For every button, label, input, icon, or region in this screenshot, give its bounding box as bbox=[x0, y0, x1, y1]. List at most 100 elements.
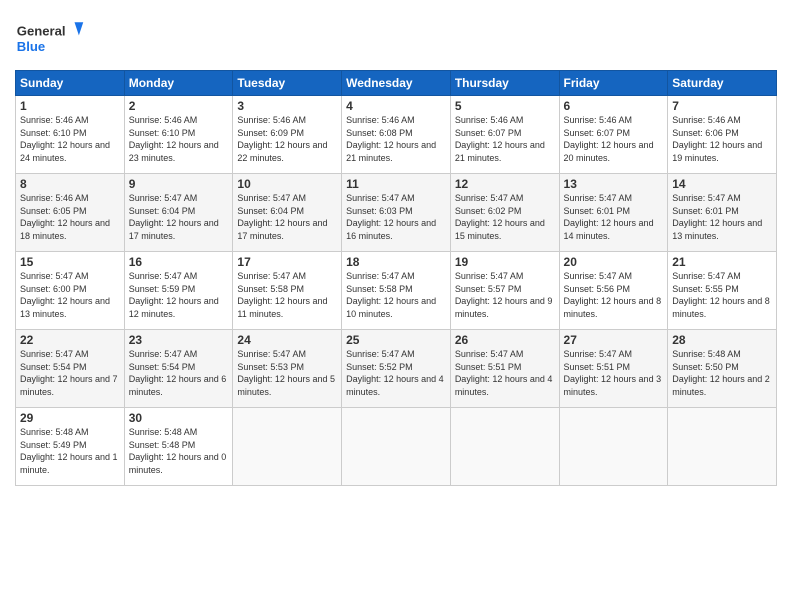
day-info: Sunrise: 5:47 AM Sunset: 6:04 PM Dayligh… bbox=[237, 192, 337, 242]
day-number: 19 bbox=[455, 255, 555, 269]
calendar-day-cell bbox=[450, 408, 559, 486]
calendar-day-cell: 18 Sunrise: 5:47 AM Sunset: 5:58 PM Dayl… bbox=[342, 252, 451, 330]
day-number: 20 bbox=[564, 255, 664, 269]
calendar-day-cell: 3 Sunrise: 5:46 AM Sunset: 6:09 PM Dayli… bbox=[233, 96, 342, 174]
calendar-day-cell: 21 Sunrise: 5:47 AM Sunset: 5:55 PM Dayl… bbox=[668, 252, 777, 330]
calendar-day-cell: 9 Sunrise: 5:47 AM Sunset: 6:04 PM Dayli… bbox=[124, 174, 233, 252]
day-number: 14 bbox=[672, 177, 772, 191]
col-wednesday: Wednesday bbox=[342, 71, 451, 96]
day-info: Sunrise: 5:47 AM Sunset: 6:01 PM Dayligh… bbox=[564, 192, 664, 242]
day-number: 13 bbox=[564, 177, 664, 191]
calendar-day-cell: 6 Sunrise: 5:46 AM Sunset: 6:07 PM Dayli… bbox=[559, 96, 668, 174]
calendar-day-cell: 26 Sunrise: 5:47 AM Sunset: 5:51 PM Dayl… bbox=[450, 330, 559, 408]
calendar-day-cell: 24 Sunrise: 5:47 AM Sunset: 5:53 PM Dayl… bbox=[233, 330, 342, 408]
day-number: 27 bbox=[564, 333, 664, 347]
calendar-day-cell: 16 Sunrise: 5:47 AM Sunset: 5:59 PM Dayl… bbox=[124, 252, 233, 330]
day-info: Sunrise: 5:46 AM Sunset: 6:07 PM Dayligh… bbox=[455, 114, 555, 164]
day-number: 6 bbox=[564, 99, 664, 113]
day-info: Sunrise: 5:47 AM Sunset: 6:02 PM Dayligh… bbox=[455, 192, 555, 242]
col-friday: Friday bbox=[559, 71, 668, 96]
day-info: Sunrise: 5:46 AM Sunset: 6:10 PM Dayligh… bbox=[20, 114, 120, 164]
day-number: 5 bbox=[455, 99, 555, 113]
day-number: 12 bbox=[455, 177, 555, 191]
calendar-day-cell: 20 Sunrise: 5:47 AM Sunset: 5:56 PM Dayl… bbox=[559, 252, 668, 330]
col-monday: Monday bbox=[124, 71, 233, 96]
day-info: Sunrise: 5:46 AM Sunset: 6:06 PM Dayligh… bbox=[672, 114, 772, 164]
day-info: Sunrise: 5:47 AM Sunset: 6:04 PM Dayligh… bbox=[129, 192, 229, 242]
calendar-day-cell: 1 Sunrise: 5:46 AM Sunset: 6:10 PM Dayli… bbox=[16, 96, 125, 174]
calendar-day-cell: 25 Sunrise: 5:47 AM Sunset: 5:52 PM Dayl… bbox=[342, 330, 451, 408]
day-info: Sunrise: 5:47 AM Sunset: 5:56 PM Dayligh… bbox=[564, 270, 664, 320]
calendar-week-row: 15 Sunrise: 5:47 AM Sunset: 6:00 PM Dayl… bbox=[16, 252, 777, 330]
svg-text:General: General bbox=[17, 23, 66, 38]
logo: General Blue bbox=[15, 15, 85, 60]
day-number: 24 bbox=[237, 333, 337, 347]
day-number: 30 bbox=[129, 411, 229, 425]
day-number: 3 bbox=[237, 99, 337, 113]
logo-svg: General Blue bbox=[15, 15, 85, 60]
day-info: Sunrise: 5:48 AM Sunset: 5:50 PM Dayligh… bbox=[672, 348, 772, 398]
calendar-day-cell: 27 Sunrise: 5:47 AM Sunset: 5:51 PM Dayl… bbox=[559, 330, 668, 408]
calendar-day-cell: 19 Sunrise: 5:47 AM Sunset: 5:57 PM Dayl… bbox=[450, 252, 559, 330]
day-number: 15 bbox=[20, 255, 120, 269]
calendar-day-cell: 30 Sunrise: 5:48 AM Sunset: 5:48 PM Dayl… bbox=[124, 408, 233, 486]
header: General Blue bbox=[15, 15, 777, 60]
day-info: Sunrise: 5:47 AM Sunset: 6:00 PM Dayligh… bbox=[20, 270, 120, 320]
day-number: 29 bbox=[20, 411, 120, 425]
col-sunday: Sunday bbox=[16, 71, 125, 96]
day-info: Sunrise: 5:47 AM Sunset: 5:54 PM Dayligh… bbox=[20, 348, 120, 398]
calendar-day-cell: 7 Sunrise: 5:46 AM Sunset: 6:06 PM Dayli… bbox=[668, 96, 777, 174]
calendar-day-cell: 15 Sunrise: 5:47 AM Sunset: 6:00 PM Dayl… bbox=[16, 252, 125, 330]
calendar-day-cell bbox=[668, 408, 777, 486]
day-number: 2 bbox=[129, 99, 229, 113]
calendar-day-cell: 12 Sunrise: 5:47 AM Sunset: 6:02 PM Dayl… bbox=[450, 174, 559, 252]
day-number: 10 bbox=[237, 177, 337, 191]
calendar-day-cell: 13 Sunrise: 5:47 AM Sunset: 6:01 PM Dayl… bbox=[559, 174, 668, 252]
day-number: 18 bbox=[346, 255, 446, 269]
day-number: 1 bbox=[20, 99, 120, 113]
svg-text:Blue: Blue bbox=[17, 39, 45, 54]
day-number: 16 bbox=[129, 255, 229, 269]
calendar-day-cell: 14 Sunrise: 5:47 AM Sunset: 6:01 PM Dayl… bbox=[668, 174, 777, 252]
day-info: Sunrise: 5:47 AM Sunset: 5:55 PM Dayligh… bbox=[672, 270, 772, 320]
calendar-day-cell: 10 Sunrise: 5:47 AM Sunset: 6:04 PM Dayl… bbox=[233, 174, 342, 252]
calendar-day-cell: 2 Sunrise: 5:46 AM Sunset: 6:10 PM Dayli… bbox=[124, 96, 233, 174]
day-info: Sunrise: 5:47 AM Sunset: 5:51 PM Dayligh… bbox=[455, 348, 555, 398]
day-info: Sunrise: 5:47 AM Sunset: 5:53 PM Dayligh… bbox=[237, 348, 337, 398]
calendar-day-cell: 17 Sunrise: 5:47 AM Sunset: 5:58 PM Dayl… bbox=[233, 252, 342, 330]
day-number: 11 bbox=[346, 177, 446, 191]
day-number: 9 bbox=[129, 177, 229, 191]
day-info: Sunrise: 5:47 AM Sunset: 5:59 PM Dayligh… bbox=[129, 270, 229, 320]
day-info: Sunrise: 5:47 AM Sunset: 5:52 PM Dayligh… bbox=[346, 348, 446, 398]
header-row: Sunday Monday Tuesday Wednesday Thursday… bbox=[16, 71, 777, 96]
day-number: 4 bbox=[346, 99, 446, 113]
calendar-day-cell bbox=[342, 408, 451, 486]
day-info: Sunrise: 5:47 AM Sunset: 5:57 PM Dayligh… bbox=[455, 270, 555, 320]
day-info: Sunrise: 5:47 AM Sunset: 5:58 PM Dayligh… bbox=[346, 270, 446, 320]
day-info: Sunrise: 5:46 AM Sunset: 6:07 PM Dayligh… bbox=[564, 114, 664, 164]
day-info: Sunrise: 5:46 AM Sunset: 6:10 PM Dayligh… bbox=[129, 114, 229, 164]
day-info: Sunrise: 5:46 AM Sunset: 6:09 PM Dayligh… bbox=[237, 114, 337, 164]
calendar-day-cell bbox=[233, 408, 342, 486]
col-thursday: Thursday bbox=[450, 71, 559, 96]
calendar-week-row: 1 Sunrise: 5:46 AM Sunset: 6:10 PM Dayli… bbox=[16, 96, 777, 174]
day-info: Sunrise: 5:47 AM Sunset: 6:03 PM Dayligh… bbox=[346, 192, 446, 242]
calendar-day-cell: 22 Sunrise: 5:47 AM Sunset: 5:54 PM Dayl… bbox=[16, 330, 125, 408]
day-info: Sunrise: 5:46 AM Sunset: 6:08 PM Dayligh… bbox=[346, 114, 446, 164]
day-number: 28 bbox=[672, 333, 772, 347]
day-number: 8 bbox=[20, 177, 120, 191]
day-number: 22 bbox=[20, 333, 120, 347]
calendar-day-cell: 23 Sunrise: 5:47 AM Sunset: 5:54 PM Dayl… bbox=[124, 330, 233, 408]
calendar-week-row: 29 Sunrise: 5:48 AM Sunset: 5:49 PM Dayl… bbox=[16, 408, 777, 486]
page: General Blue Sunday Monday Tuesday Wedne… bbox=[0, 0, 792, 612]
calendar-day-cell: 8 Sunrise: 5:46 AM Sunset: 6:05 PM Dayli… bbox=[16, 174, 125, 252]
day-number: 25 bbox=[346, 333, 446, 347]
calendar-week-row: 22 Sunrise: 5:47 AM Sunset: 5:54 PM Dayl… bbox=[16, 330, 777, 408]
col-tuesday: Tuesday bbox=[233, 71, 342, 96]
calendar-day-cell: 4 Sunrise: 5:46 AM Sunset: 6:08 PM Dayli… bbox=[342, 96, 451, 174]
day-number: 17 bbox=[237, 255, 337, 269]
day-number: 26 bbox=[455, 333, 555, 347]
calendar-day-cell: 5 Sunrise: 5:46 AM Sunset: 6:07 PM Dayli… bbox=[450, 96, 559, 174]
day-number: 7 bbox=[672, 99, 772, 113]
day-info: Sunrise: 5:47 AM Sunset: 5:58 PM Dayligh… bbox=[237, 270, 337, 320]
